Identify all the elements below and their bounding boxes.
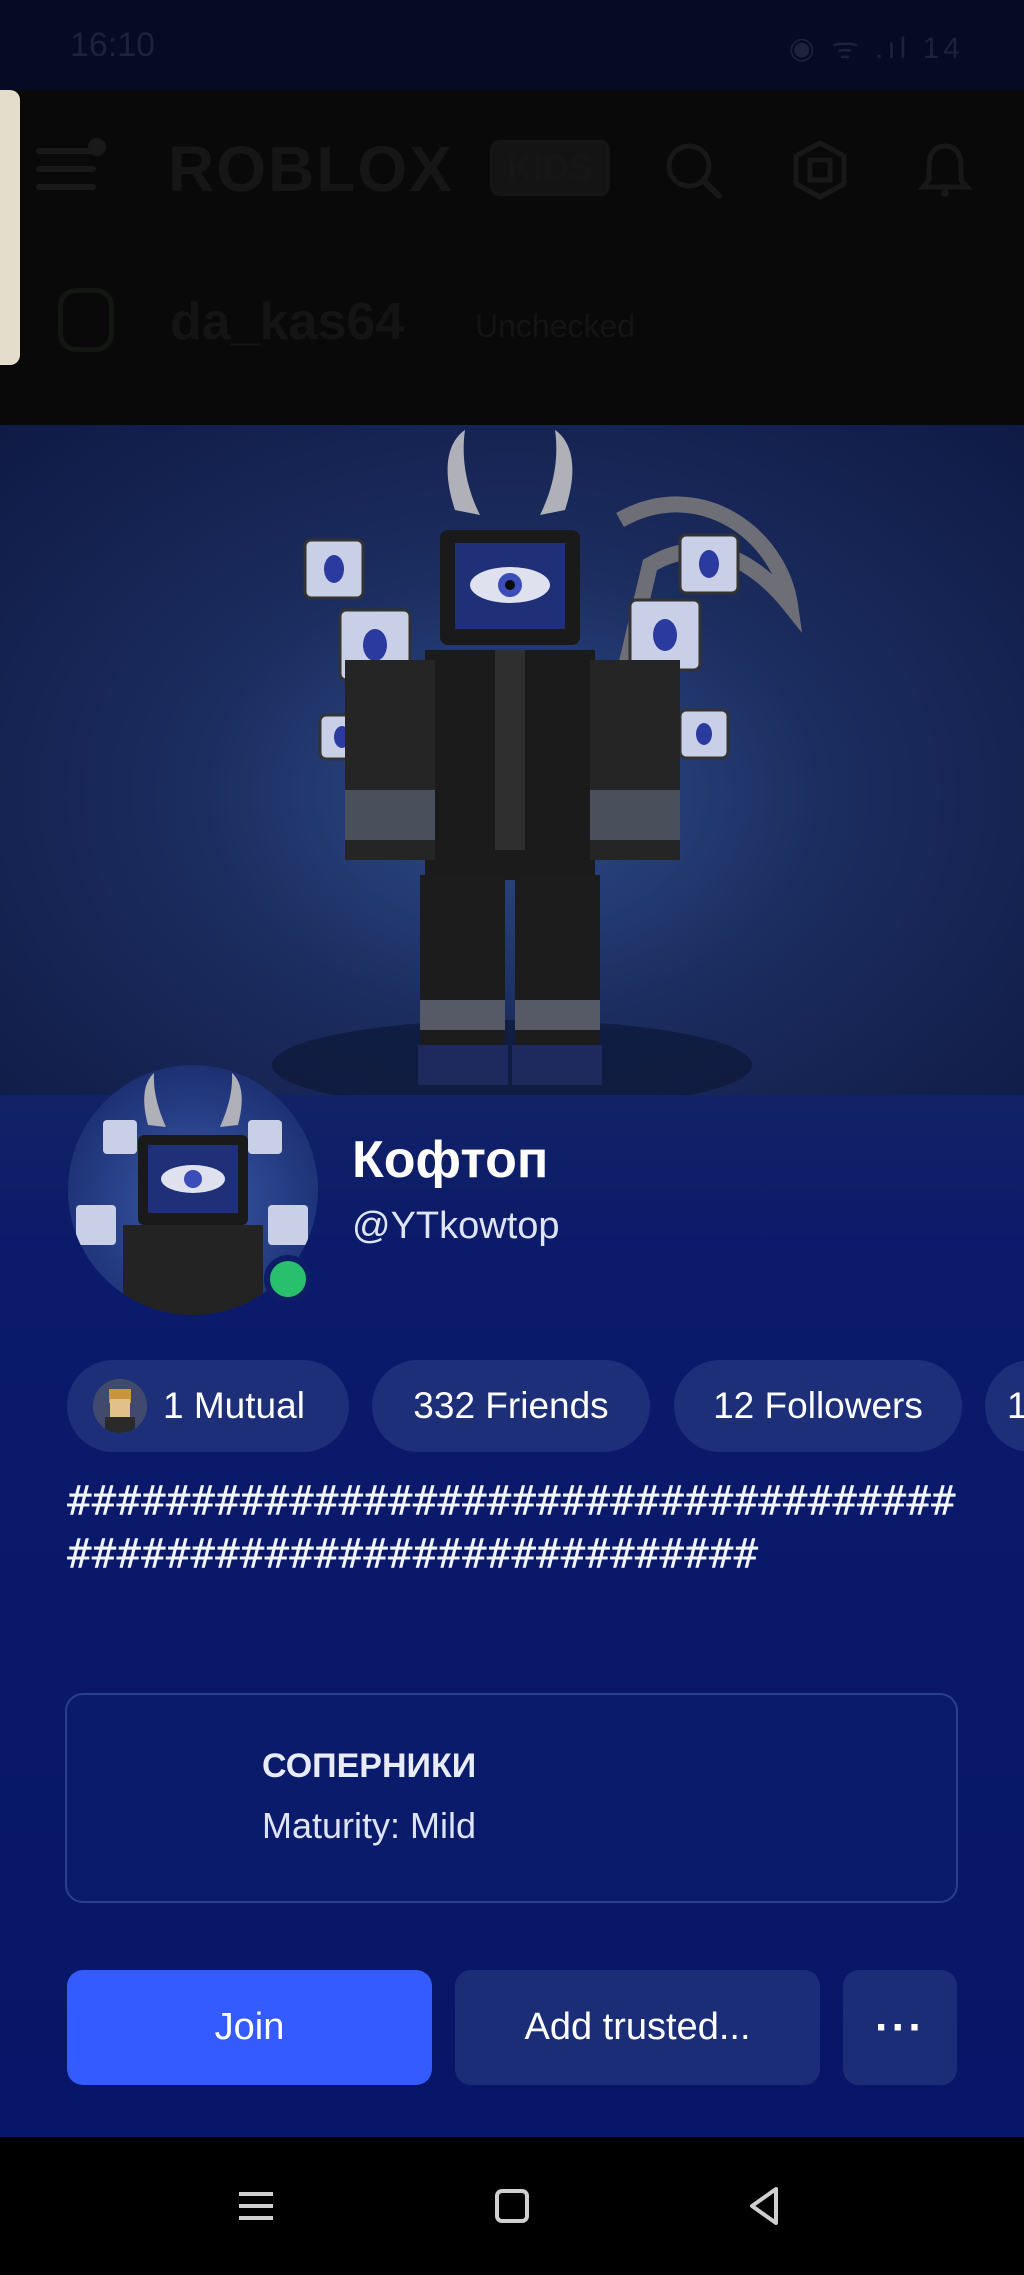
back-icon[interactable]: [742, 2183, 788, 2229]
status-time: 16:10: [70, 26, 156, 64]
status-bar: 16:10 ◉ ᯤ .ıl 14: [0, 0, 1024, 90]
profile-page: Кофтоп @YTkowtop 1 Mutual 332 Friends 12…: [0, 425, 1024, 2137]
search-icon[interactable]: [663, 140, 723, 200]
system-navigation-bar: [0, 2137, 1024, 2275]
home-icon[interactable]: [489, 2183, 535, 2229]
account-avatar-icon[interactable]: [58, 288, 114, 352]
account-status: Unchecked: [475, 308, 636, 344]
app-header: ROBLOX KIDS da_kas64 Unchecked: [0, 90, 1024, 425]
friends-chip[interactable]: 332 Friends: [372, 1360, 650, 1452]
edge-panel-handle[interactable]: [0, 90, 20, 365]
bell-icon[interactable]: [915, 140, 975, 200]
robux-icon[interactable]: [790, 140, 850, 200]
following-chip[interactable]: 1: [985, 1360, 1024, 1452]
add-trusted-button[interactable]: Add trusted...: [455, 1970, 820, 2085]
kids-badge: KIDS: [490, 140, 611, 196]
mutual-friends-chip[interactable]: 1 Mutual: [67, 1360, 349, 1452]
following-chip-partial-label: 1: [1007, 1385, 1024, 1426]
experience-maturity: Maturity: Mild: [262, 1805, 477, 1846]
status-indicators: ◉ ᯤ .ıl 14: [788, 32, 964, 65]
experience-title: СОПЕРНИКИ: [262, 1747, 477, 1785]
mutual-avatar-icon: [93, 1379, 147, 1433]
social-chips: 1 Mutual 332 Friends 12 Followers 1: [0, 1360, 1024, 1455]
username: @YTkowtop: [352, 1205, 560, 1247]
mutual-label: 1 Mutual: [163, 1385, 305, 1426]
avatar-hero-image: [0, 425, 1024, 1095]
notification-dot: [88, 138, 106, 156]
recent-apps-icon[interactable]: [233, 2183, 279, 2229]
display-name: Кофтоп: [352, 1131, 549, 1189]
online-status-dot: [264, 1255, 312, 1303]
join-button[interactable]: Join: [67, 1970, 432, 2085]
more-options-button[interactable]: ···: [843, 1970, 957, 2085]
followers-chip[interactable]: 12 Followers: [674, 1360, 962, 1452]
profile-bio: ########################################…: [67, 1477, 956, 1578]
current-experience-card[interactable]: СОПЕРНИКИ Maturity: Mild: [65, 1693, 958, 1903]
account-name[interactable]: da_kas64: [170, 292, 404, 352]
roblox-logo[interactable]: ROBLOX: [168, 132, 454, 206]
menu-icon[interactable]: [36, 148, 96, 192]
